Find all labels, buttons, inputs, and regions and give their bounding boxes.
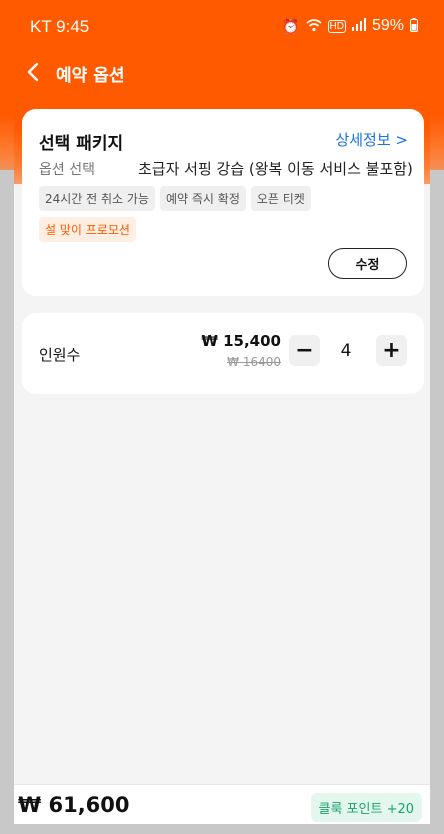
promo-badge: 설 맞이 프로모션	[39, 217, 136, 242]
battery-level: 59%	[371, 17, 404, 34]
tag-open-ticket: 오픈 티켓	[250, 186, 311, 211]
participants-label: 인원수	[39, 346, 81, 364]
total-price: ₩ 61,600	[18, 793, 130, 817]
app-bar: 예약 옵션	[14, 55, 430, 91]
wifi-icon	[305, 18, 322, 35]
points-badge: 클룩 포인트 +20	[310, 793, 422, 822]
battery-icon	[410, 17, 418, 35]
hd-icon: HD	[327, 19, 346, 33]
back-button[interactable]	[20, 57, 46, 87]
page-title: 예약 옵션	[56, 66, 125, 86]
status-icons: ⏰ HD 59%	[282, 17, 418, 35]
bottom-summary-bar: ₩ 61,600 클룩 포인트 +20	[14, 784, 430, 824]
chevron-left-icon	[27, 62, 39, 82]
increase-quantity-button[interactable]: +	[376, 335, 407, 366]
option-label: 옵션 선택	[39, 162, 95, 178]
tag-cancellation: 24시간 전 취소 가능	[39, 186, 155, 211]
package-tags: 24시간 전 취소 가능 예약 즉시 확정 오픈 티켓	[39, 186, 311, 211]
edit-button[interactable]: 수정	[328, 248, 407, 279]
tag-instant-confirm: 예약 즉시 확정	[160, 186, 246, 211]
option-value: 초급자 서핑 강습 (왕복 이동 서비스 불포함)	[138, 160, 413, 178]
participants-card: 인원수 ₩ 15,400 ₩ 16400 − 4 +	[22, 313, 424, 394]
alarm-icon: ⏰	[282, 17, 300, 34]
carrier-time: KT 9:45	[30, 17, 90, 36]
decrease-quantity-button[interactable]: −	[289, 335, 320, 366]
unit-price: ₩ 15,400	[201, 332, 281, 350]
signal-icon	[351, 18, 366, 34]
original-price: ₩ 16400	[227, 355, 281, 369]
package-card: 선택 패키지 상세정보 > 옵션 선택 초급자 서핑 강습 (왕복 이동 서비스…	[22, 109, 424, 296]
package-title: 선택 패키지	[39, 134, 124, 154]
detail-info-link[interactable]: 상세정보 >	[335, 129, 408, 150]
device-frame: KT 9:45 ⏰ HD 59% 예약 옵션 선택 패키지 상세정보 > 옵션 …	[0, 0, 444, 834]
status-bar: KT 9:45 ⏰ HD 59%	[14, 14, 430, 40]
quantity-value: 4	[340, 341, 352, 361]
